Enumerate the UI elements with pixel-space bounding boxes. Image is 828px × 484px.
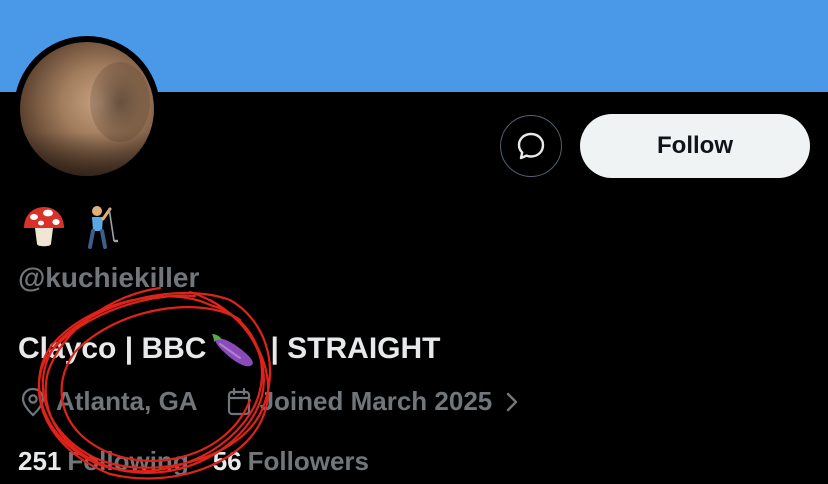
followers-label: Followers bbox=[247, 446, 369, 476]
profile-handle: @kuchiekiller bbox=[18, 262, 200, 293]
location-text: Atlanta, GA bbox=[56, 386, 198, 416]
location-pin-icon bbox=[21, 387, 45, 416]
eggplant-icon bbox=[210, 330, 262, 368]
mushroom-icon bbox=[20, 203, 68, 251]
chevron-right-icon bbox=[507, 392, 518, 411]
profile-meta: Atlanta, GA Joined March 2025 bbox=[20, 386, 522, 417]
location: Atlanta, GA bbox=[20, 386, 198, 417]
profile-bio: Clayco | BBC | STRAIGHT bbox=[18, 330, 441, 368]
golfer-icon bbox=[74, 203, 122, 251]
message-button[interactable] bbox=[500, 115, 562, 177]
join-date[interactable]: Joined March 2025 bbox=[226, 386, 523, 417]
message-icon bbox=[517, 132, 545, 160]
avatar[interactable] bbox=[20, 42, 154, 176]
bio-text: Clayco | BBC bbox=[18, 332, 207, 365]
display-name bbox=[20, 203, 122, 251]
followers-count: 56 bbox=[212, 446, 242, 476]
followers-link[interactable]: 56 Followers bbox=[213, 446, 369, 477]
following-link[interactable]: 251 Following bbox=[18, 446, 189, 477]
bio-text-end: | STRAIGHT bbox=[270, 332, 441, 365]
calendar-icon bbox=[227, 387, 250, 415]
following-count: 251 bbox=[18, 446, 62, 476]
following-label: Following bbox=[67, 446, 189, 476]
avatar-shade bbox=[90, 62, 150, 142]
avatar-shade bbox=[20, 132, 154, 176]
follow-stats: 251 Following 56 Followers bbox=[18, 446, 369, 477]
follow-button[interactable]: Follow bbox=[580, 114, 810, 178]
join-date-text: Joined March 2025 bbox=[259, 386, 493, 416]
